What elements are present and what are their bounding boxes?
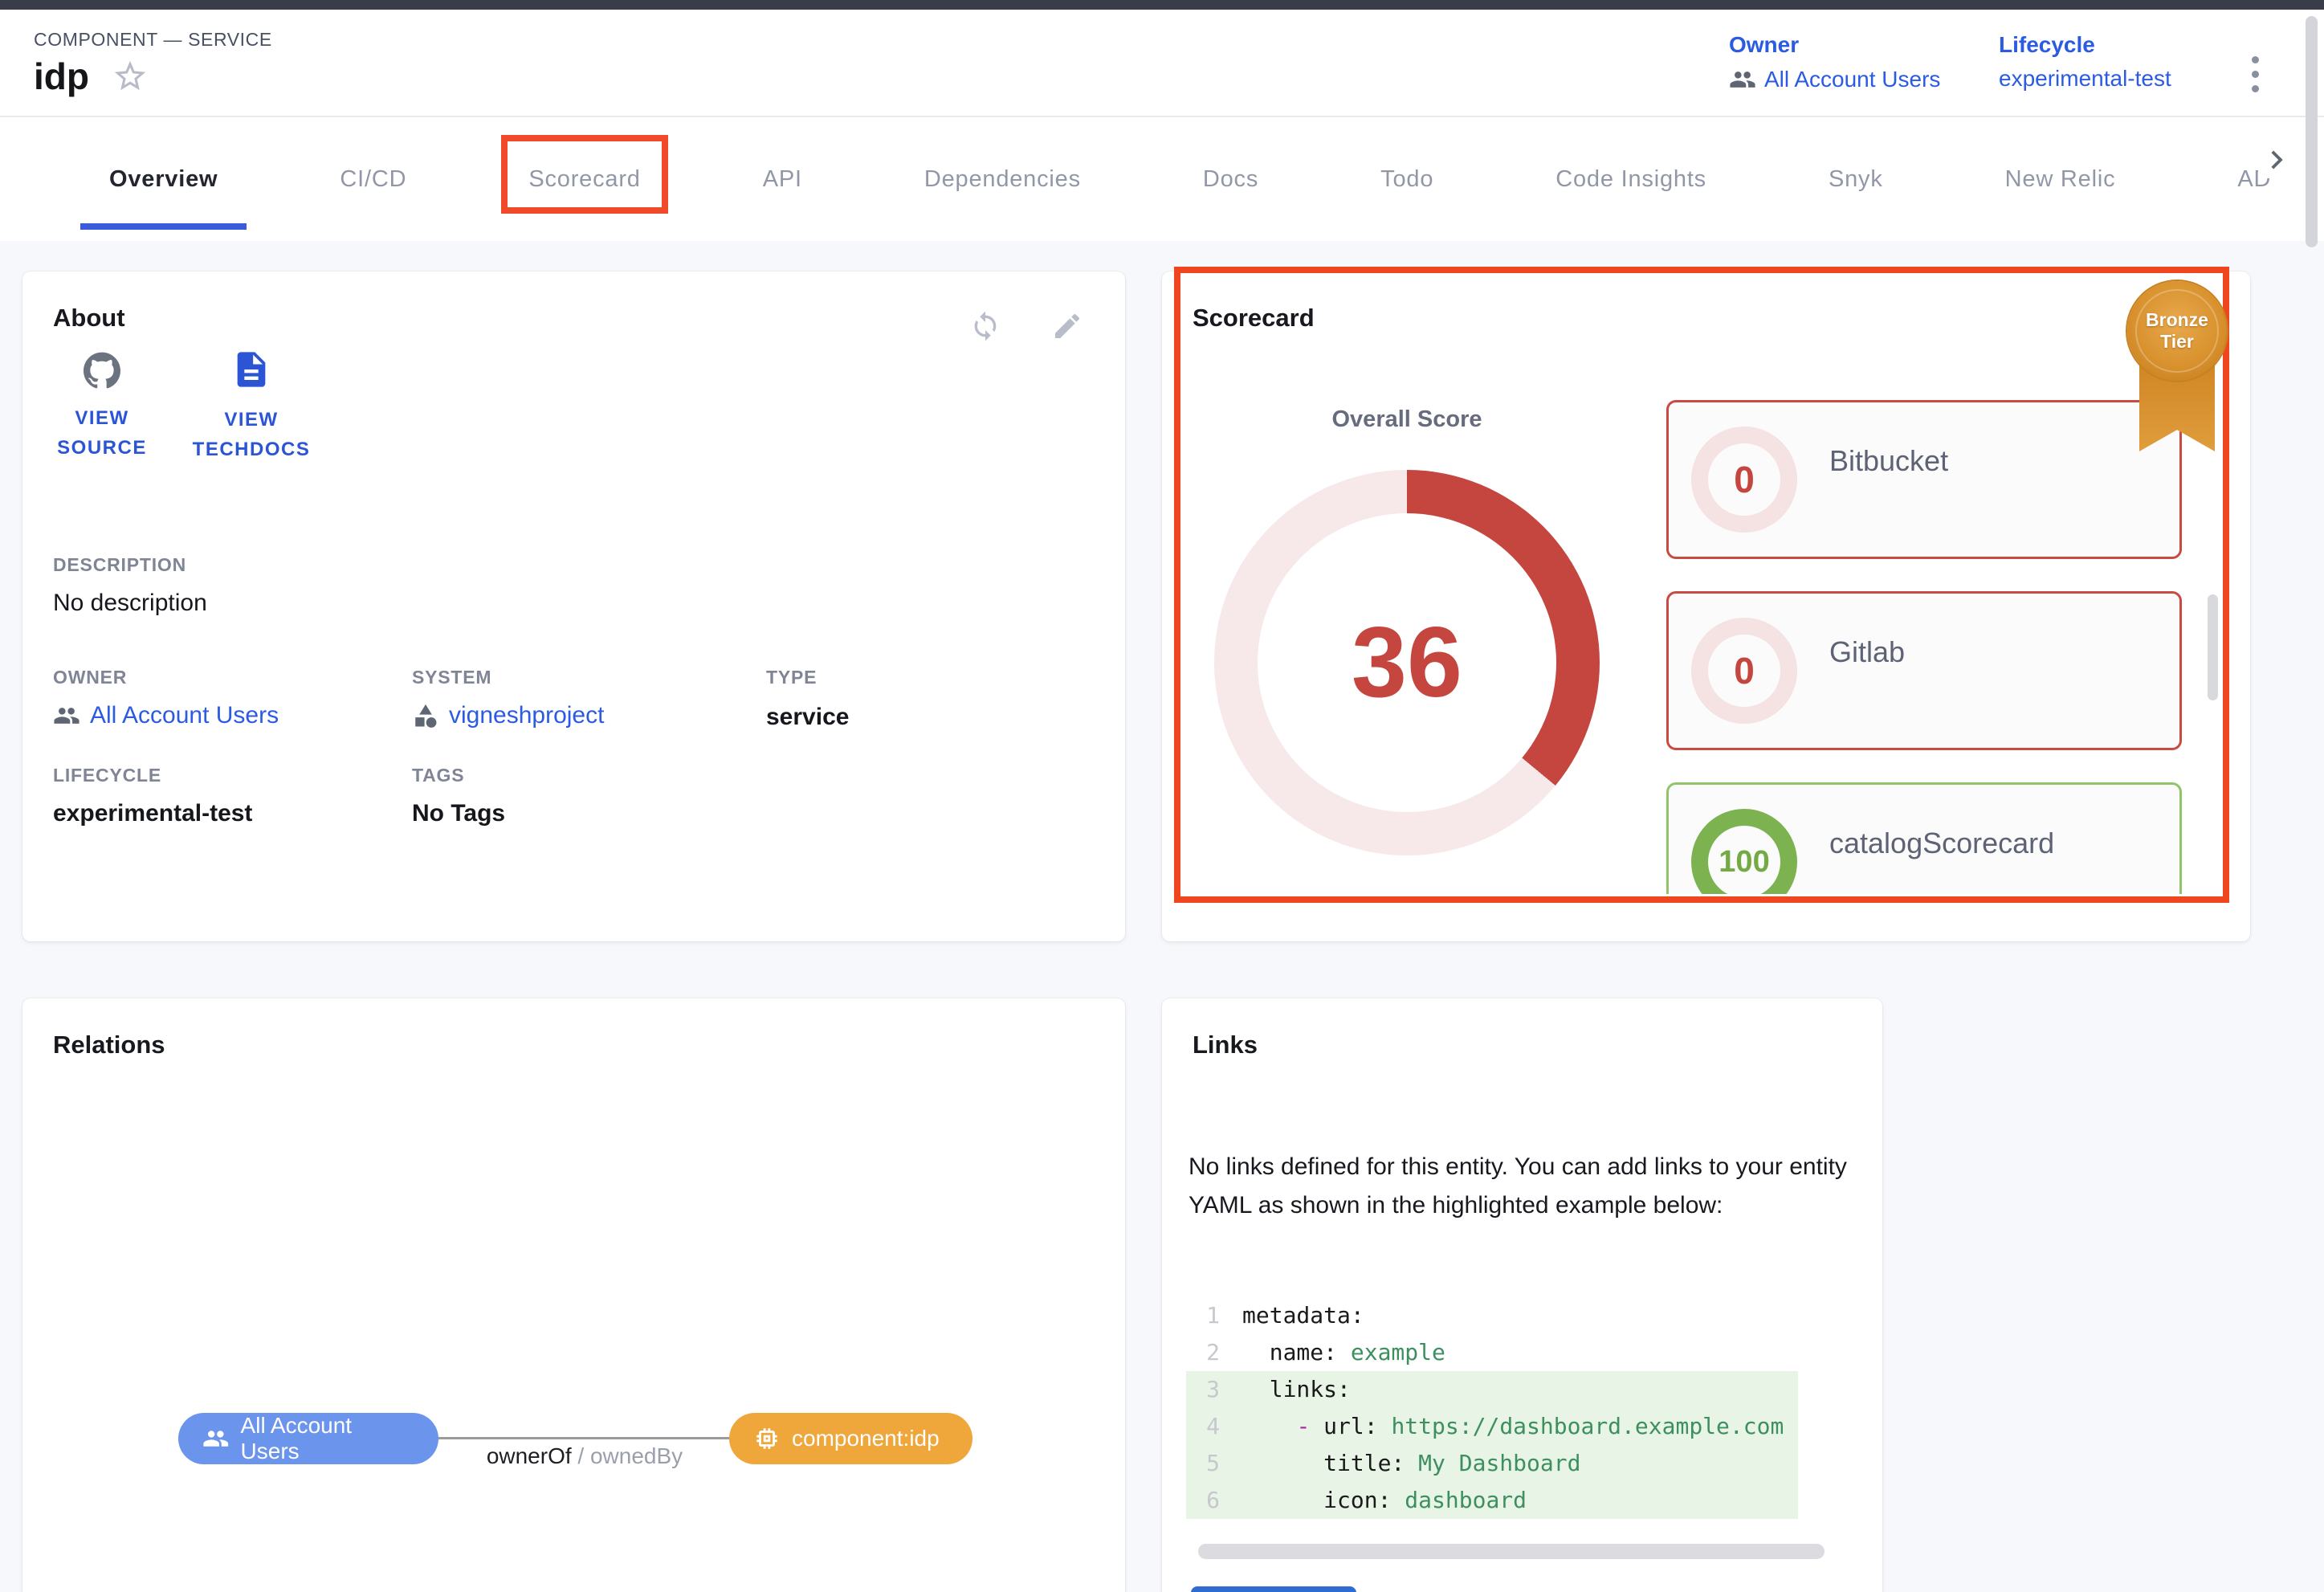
about-card: About VIEW SOURCE VIEW TECHDOCS DESCRIPT… bbox=[22, 271, 1125, 941]
code-line: 2 name: example bbox=[1186, 1334, 1798, 1371]
badge-rosette: Bronze Tier bbox=[2127, 281, 2227, 381]
relation-edge-line bbox=[437, 1437, 731, 1439]
header-owner-block: Owner All Account Users bbox=[1729, 32, 1940, 93]
github-icon bbox=[84, 352, 120, 389]
code-line-highlighted: 6 icon: dashboard bbox=[1186, 1482, 1798, 1519]
badge-text-line1: Bronze bbox=[2146, 309, 2208, 331]
view-source-link[interactable]: VIEW SOURCE bbox=[34, 352, 170, 463]
yaml-code-block: 1metadata: 2 name: example 3 links: 4 - … bbox=[1186, 1297, 1798, 1519]
view-techdocs-link[interactable]: VIEW TECHDOCS bbox=[183, 349, 320, 464]
owner-link[interactable]: All Account Users bbox=[1729, 66, 1940, 93]
entity-header: COMPONENT — SERVICE idp Owner All Accoun… bbox=[0, 10, 2324, 117]
scorecard-title: Scorecard bbox=[1193, 304, 1315, 333]
lifecycle-field-value: experimental-test bbox=[53, 800, 252, 827]
tab-new-relic[interactable]: New Relic bbox=[1976, 117, 2145, 241]
scorecard-item-bitbucket[interactable]: 0 Bitbucket bbox=[1666, 400, 2182, 559]
lifecycle-label: Lifecycle bbox=[1999, 32, 2171, 58]
relation-node-owner[interactable]: All Account Users bbox=[178, 1413, 438, 1464]
owner-value: All Account Users bbox=[1764, 67, 1940, 92]
chip-icon bbox=[753, 1425, 781, 1452]
active-tab-indicator bbox=[80, 223, 247, 230]
code-line: 1metadata: bbox=[1186, 1297, 1798, 1334]
code-line-highlighted: 3 links: bbox=[1186, 1371, 1798, 1408]
tab-api[interactable]: API bbox=[734, 117, 831, 241]
links-title: Links bbox=[1193, 1031, 1258, 1059]
relation-edge-label: ownerOf / ownedBy bbox=[440, 1443, 729, 1469]
tags-field-value: No Tags bbox=[412, 800, 505, 827]
overall-score-gauge: 36 bbox=[1214, 470, 1600, 855]
scorecard-list-scrollbar[interactable] bbox=[2208, 594, 2218, 700]
relation-node-component-label: component:idp bbox=[792, 1426, 940, 1451]
browser-top-strip bbox=[0, 0, 2324, 10]
tab-docs[interactable]: Docs bbox=[1174, 117, 1287, 241]
more-options-icon[interactable] bbox=[2247, 51, 2264, 97]
code-horizontal-scrollbar[interactable] bbox=[1198, 1544, 1825, 1559]
links-action-button[interactable] bbox=[1191, 1586, 1356, 1592]
code-line-highlighted: 5 title: My Dashboard bbox=[1186, 1445, 1798, 1482]
scorecard-item-name: catalogScorecard bbox=[1829, 827, 2054, 860]
scorecard-item-name: Gitlab bbox=[1829, 635, 1905, 669]
score-ring: 0 bbox=[1691, 618, 1797, 724]
badge-text-line2: Tier bbox=[2160, 331, 2194, 353]
relation-node-owner-label: All Account Users bbox=[241, 1413, 414, 1464]
overall-score-value: 36 bbox=[1352, 606, 1462, 720]
system-field-link[interactable]: vigneshproject bbox=[412, 702, 604, 729]
techdocs-doc-icon bbox=[230, 349, 272, 390]
about-title: About bbox=[53, 304, 125, 333]
description-value: No description bbox=[53, 590, 207, 617]
links-card: Links No links defined for this entity. … bbox=[1162, 998, 1882, 1592]
people-icon bbox=[1729, 66, 1756, 93]
tab-todo[interactable]: Todo bbox=[1352, 117, 1462, 241]
scorecard-list[interactable]: 0 Bitbucket 0 Gitlab 100 catalogScorecar… bbox=[1666, 392, 2182, 894]
tab-snyk[interactable]: Snyk bbox=[1800, 117, 1912, 241]
lifecycle-field-label: LIFECYCLE bbox=[53, 765, 161, 786]
tags-field-label: TAGS bbox=[412, 765, 464, 786]
tabs-scroll-right-icon[interactable] bbox=[2258, 141, 2295, 178]
header-lifecycle-block: Lifecycle experimental-test bbox=[1999, 32, 2171, 92]
breadcrumb: COMPONENT — SERVICE bbox=[34, 29, 272, 51]
edit-icon[interactable] bbox=[1051, 310, 1083, 342]
score-ring: 0 bbox=[1691, 427, 1797, 533]
page-title: idp bbox=[34, 55, 89, 98]
entity-page: COMPONENT — SERVICE idp Owner All Accoun… bbox=[0, 0, 2324, 1592]
favorite-star-icon[interactable] bbox=[112, 58, 149, 95]
scorecard-item-gitlab[interactable]: 0 Gitlab bbox=[1666, 591, 2182, 750]
tab-code-insights[interactable]: Code Insights bbox=[1527, 117, 1735, 241]
view-source-label: VIEW SOURCE bbox=[34, 403, 170, 463]
tab-scorecard[interactable]: Scorecard bbox=[499, 117, 669, 241]
people-icon bbox=[202, 1425, 230, 1452]
code-line-highlighted: 4 - url: https://dashboard.example.com bbox=[1186, 1408, 1798, 1445]
type-field-value: service bbox=[766, 704, 849, 731]
tab-dependencies[interactable]: Dependencies bbox=[895, 117, 1110, 241]
overall-score-label: Overall Score bbox=[1278, 406, 1535, 433]
overview-content: About VIEW SOURCE VIEW TECHDOCS DESCRIPT… bbox=[0, 241, 2324, 1592]
view-techdocs-label: VIEW TECHDOCS bbox=[183, 405, 320, 464]
description-label: DESCRIPTION bbox=[53, 554, 186, 576]
owner-field-label: OWNER bbox=[53, 667, 127, 688]
system-field-label: SYSTEM bbox=[412, 667, 491, 688]
entity-tabs: Overview CI/CD Scorecard API Dependencie… bbox=[0, 117, 2324, 241]
links-empty-text: No links defined for this entity. You ca… bbox=[1189, 1148, 1855, 1225]
lifecycle-value: experimental-test bbox=[1999, 66, 2171, 92]
refresh-icon[interactable] bbox=[969, 310, 1001, 342]
owner-field-link[interactable]: All Account Users bbox=[53, 702, 279, 729]
scorecard-item-name: Bitbucket bbox=[1829, 444, 1948, 478]
relations-title: Relations bbox=[53, 1031, 165, 1059]
relation-node-component[interactable]: component:idp bbox=[729, 1413, 972, 1464]
people-icon bbox=[53, 702, 80, 729]
bronze-tier-badge: Bronze Tier bbox=[2126, 281, 2228, 450]
page-scrollbar[interactable] bbox=[2306, 16, 2318, 247]
scorecard-item-catalogscorecard[interactable]: 100 catalogScorecard bbox=[1666, 782, 2182, 894]
category-icon bbox=[412, 702, 439, 729]
score-ring: 100 bbox=[1691, 809, 1797, 894]
tab-ad[interactable]: AD bbox=[2208, 117, 2300, 241]
scorecard-card: Scorecard Bronze Tier Overall Score 36 0… bbox=[1162, 271, 2250, 941]
relations-card: Relations All Account Users component:id… bbox=[22, 998, 1125, 1592]
owner-label: Owner bbox=[1729, 32, 1940, 58]
tab-overview[interactable]: Overview bbox=[80, 117, 247, 241]
tab-cicd[interactable]: CI/CD bbox=[311, 117, 435, 241]
type-field-label: TYPE bbox=[766, 667, 817, 688]
